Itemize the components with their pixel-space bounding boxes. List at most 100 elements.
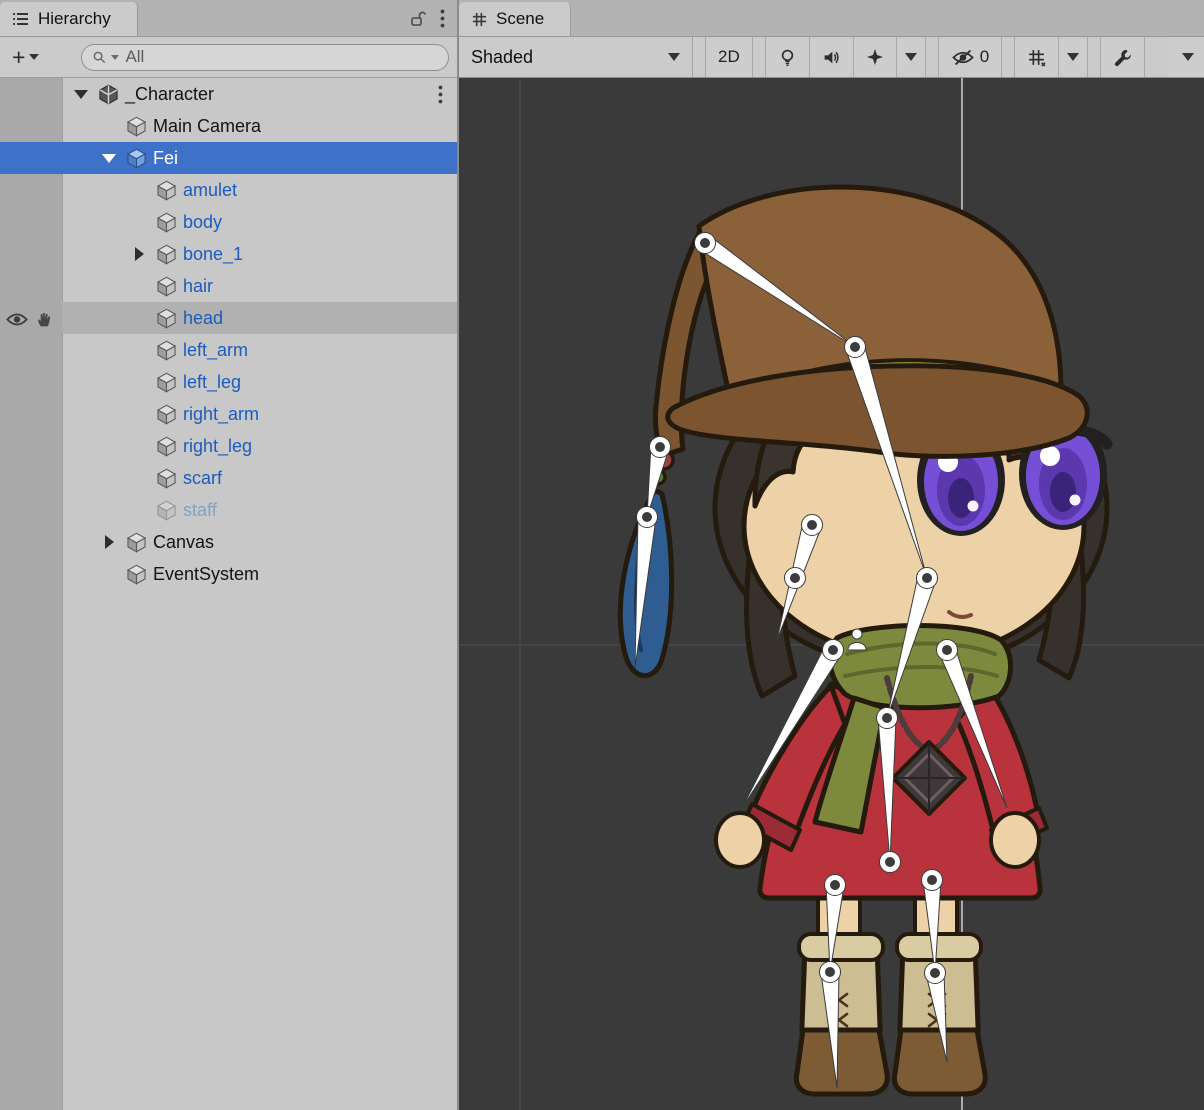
hierarchy-item-main-camera[interactable]: Main Camera — [0, 110, 457, 142]
hierarchy-search[interactable] — [81, 44, 449, 71]
hierarchy-item-hair[interactable]: hair — [0, 270, 457, 302]
effects-star-icon — [866, 48, 884, 66]
grid-visibility-dropdown[interactable] — [1059, 37, 1088, 77]
item-label: right_arm — [183, 404, 259, 425]
gameobject-icon — [126, 564, 147, 585]
hierarchy-tree: _Character Main Camera — [0, 78, 457, 1110]
scene-canvas — [459, 78, 1204, 1110]
gameobject-icon — [156, 340, 177, 361]
item-label: left_leg — [183, 372, 241, 393]
gameobject-icon — [126, 116, 147, 137]
search-filter-caret-icon — [111, 55, 119, 60]
gameobject-icon — [126, 532, 147, 553]
item-label: staff — [183, 500, 217, 521]
hierarchy-item-fei[interactable]: Fei — [0, 142, 457, 174]
scene-viewport[interactable] — [459, 78, 1204, 1110]
add-gameobject-button[interactable]: + — [8, 46, 43, 69]
hierarchy-item-canvas[interactable]: Canvas — [0, 526, 457, 558]
foldout-expanded-icon[interactable] — [102, 154, 116, 163]
search-input[interactable] — [123, 46, 438, 68]
item-label: _Character — [125, 84, 214, 105]
pickability-hand-icon[interactable] — [36, 311, 53, 328]
visibility-eye-icon[interactable] — [6, 312, 28, 327]
wrench-icon — [1113, 48, 1132, 67]
kebab-menu-icon[interactable] — [440, 9, 445, 28]
grid-axis-icon — [1027, 48, 1046, 67]
grid-visibility-button[interactable] — [1014, 37, 1059, 77]
item-label: Canvas — [153, 532, 214, 553]
item-label: hair — [183, 276, 213, 297]
foldout-collapsed-icon[interactable] — [135, 247, 144, 261]
chevron-down-icon — [29, 54, 39, 60]
foldout-collapsed-icon[interactable] — [105, 535, 114, 549]
chevron-down-icon — [1067, 53, 1079, 61]
hierarchy-item-scarf[interactable]: scarf — [0, 462, 457, 494]
hierarchy-tabbar: Hierarchy — [0, 0, 457, 37]
hierarchy-item-character-root[interactable]: _Character — [0, 78, 457, 110]
scene-effects-dropdown[interactable] — [897, 37, 926, 77]
gameobject-icon — [156, 212, 177, 233]
hierarchy-item-staff[interactable]: staff — [0, 494, 457, 526]
hierarchy-item-amulet[interactable]: amulet — [0, 174, 457, 206]
chevron-down-icon — [905, 53, 917, 61]
scene-panel: Scene Shaded 2D — [459, 0, 1204, 1110]
item-label: Fei — [153, 148, 178, 169]
component-tools-button[interactable] — [1100, 37, 1145, 77]
lightbulb-icon — [778, 48, 797, 67]
scene-options-icon[interactable] — [438, 85, 457, 104]
scene-grid-icon — [471, 11, 488, 28]
chevron-down-icon — [668, 53, 680, 61]
tab-scene-label: Scene — [496, 9, 544, 29]
hierarchy-list-icon — [12, 12, 30, 26]
unity-scene-icon — [98, 84, 119, 105]
add-gameobject-label: + — [12, 46, 25, 69]
gameobject-icon — [156, 180, 177, 201]
gameobject-icon — [156, 244, 177, 265]
scene-tabbar: Scene — [459, 0, 1204, 37]
chevron-down-icon — [1182, 53, 1194, 61]
lock-icon[interactable] — [409, 10, 426, 27]
gameobject-icon — [156, 276, 177, 297]
hierarchy-item-bone-1[interactable]: bone_1 — [0, 238, 457, 270]
gameobject-icon — [156, 436, 177, 457]
scene-lighting-button[interactable] — [765, 37, 810, 77]
scene-visibility-button[interactable]: 0 — [938, 37, 1002, 77]
shading-mode-dropdown[interactable]: Shaded — [459, 37, 693, 77]
scene-audio-button[interactable] — [810, 37, 854, 77]
hierarchy-item-eventsystem[interactable]: EventSystem — [0, 558, 457, 590]
item-label: scarf — [183, 468, 222, 489]
item-label: head — [183, 308, 223, 329]
gameobject-icon — [156, 404, 177, 425]
gameobject-icon — [156, 500, 177, 521]
gameobject-icon — [156, 468, 177, 489]
2d-toggle-label: 2D — [718, 47, 740, 67]
item-label: right_leg — [183, 436, 252, 457]
overflow-dropdown[interactable] — [1168, 37, 1204, 77]
item-label: left_arm — [183, 340, 248, 361]
hidden-object-count: 0 — [980, 47, 989, 67]
item-label: body — [183, 212, 222, 233]
gameobject-icon — [156, 308, 177, 329]
tab-hierarchy[interactable]: Hierarchy — [0, 2, 138, 36]
gameobject-icon — [156, 372, 177, 393]
hierarchy-item-head[interactable]: head — [0, 302, 457, 334]
hierarchy-item-body[interactable]: body — [0, 206, 457, 238]
hierarchy-item-left-arm[interactable]: left_arm — [0, 334, 457, 366]
item-label: bone_1 — [183, 244, 243, 265]
item-label: Main Camera — [153, 116, 261, 137]
hierarchy-item-right-arm[interactable]: right_arm — [0, 398, 457, 430]
hierarchy-item-left-leg[interactable]: left_leg — [0, 366, 457, 398]
foldout-expanded-icon[interactable] — [74, 90, 88, 99]
hierarchy-toolbar: + — [0, 37, 457, 78]
item-label: amulet — [183, 180, 237, 201]
shading-mode-label: Shaded — [471, 47, 533, 68]
speaker-icon — [822, 48, 841, 67]
2d-toggle-button[interactable]: 2D — [705, 37, 753, 77]
hierarchy-item-right-leg[interactable]: right_leg — [0, 430, 457, 462]
tab-hierarchy-label: Hierarchy — [38, 9, 111, 29]
scene-effects-button[interactable] — [854, 37, 897, 77]
tab-scene[interactable]: Scene — [459, 2, 571, 36]
item-label: EventSystem — [153, 564, 259, 585]
eye-crossed-icon — [951, 49, 975, 66]
scene-toolbar: Shaded 2D — [459, 37, 1204, 78]
